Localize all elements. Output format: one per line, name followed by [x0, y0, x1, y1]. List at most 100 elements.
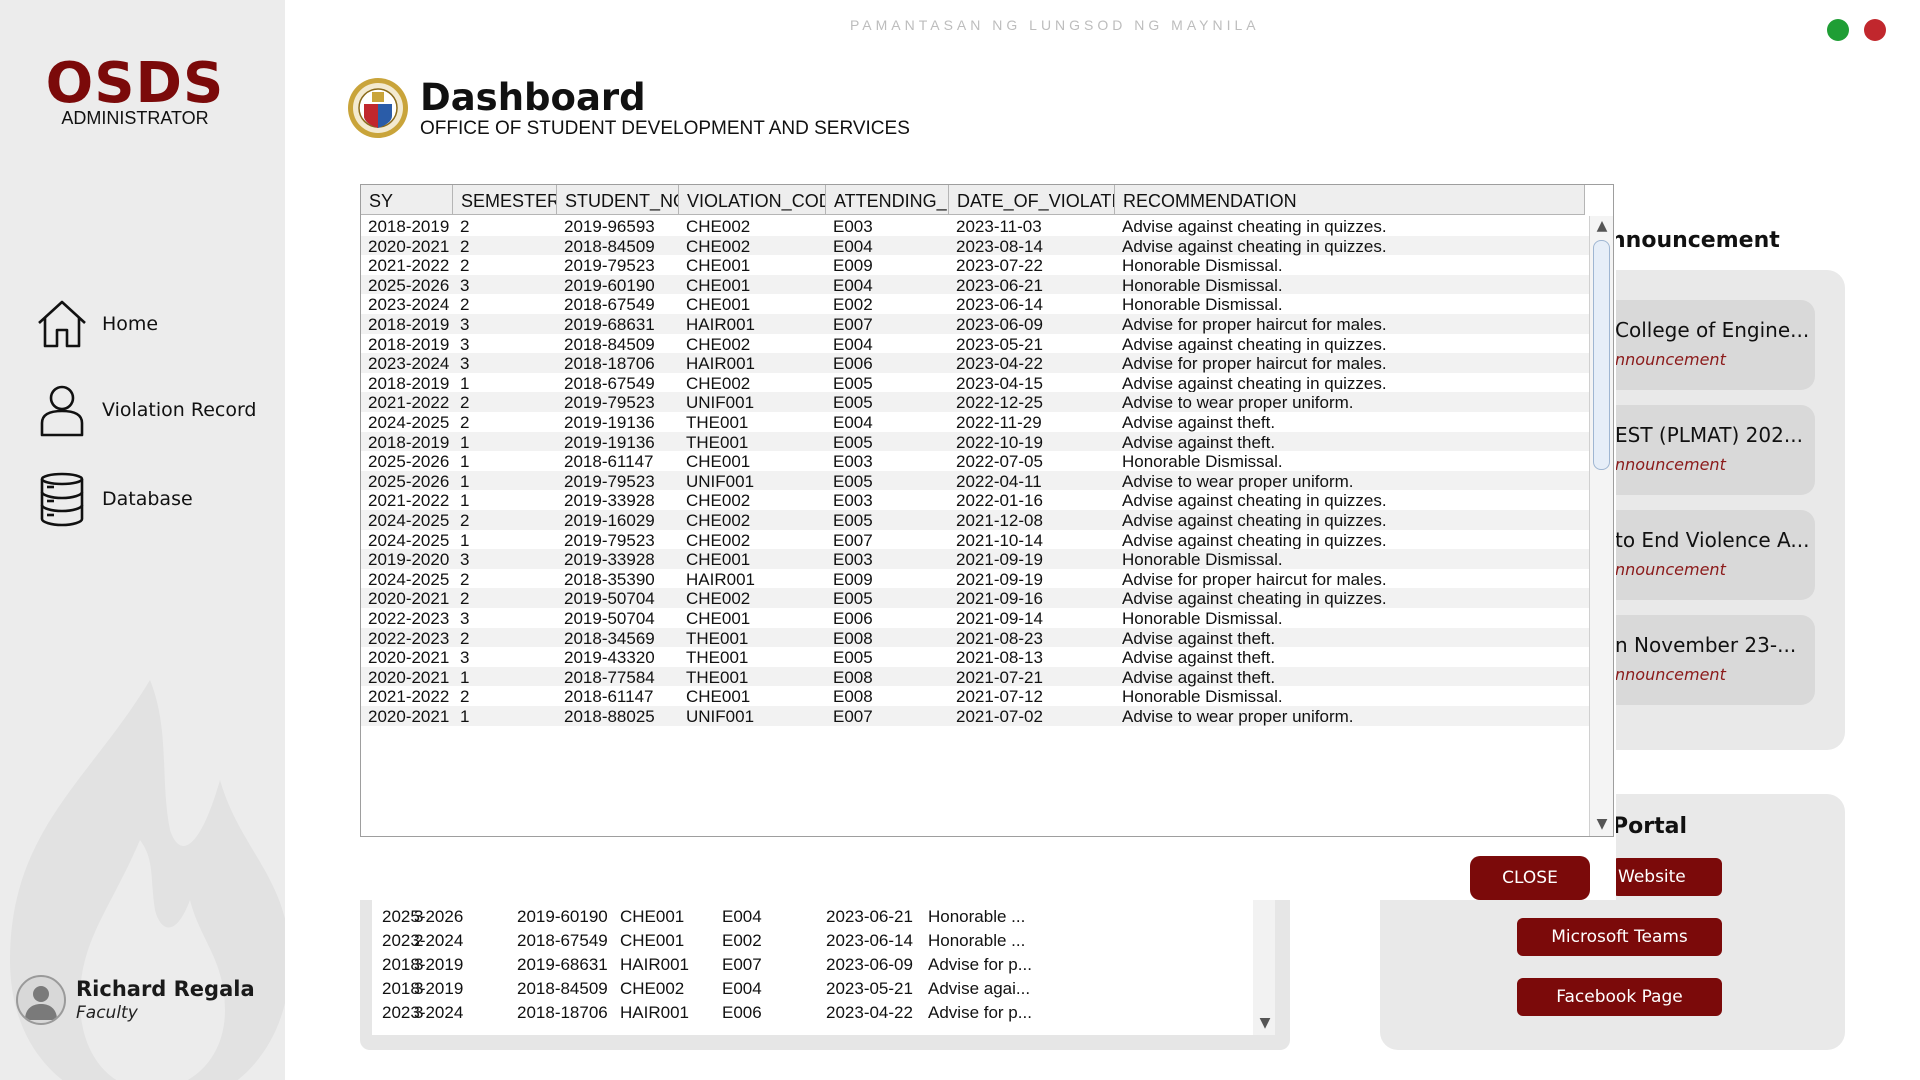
table-cell: 2023-2024: [368, 295, 450, 315]
violation-records-table[interactable]: SYSEMESTERSTUDENT_NOVIOLATION_CODEATTEND…: [360, 184, 1614, 837]
table-row[interactable]: 2025-2026 3 2019-60190 CHE001 E004 2023-06-21…: [361, 274, 1589, 295]
table-cell: Advise agai...: [928, 979, 1031, 998]
sidebar-item-home[interactable]: Home: [34, 296, 158, 352]
table-row[interactable]: 2024-2025 1 2019-79523 CHE002 E007 2021-10-14…: [361, 530, 1589, 550]
table-cell: E004: [722, 907, 762, 926]
table-cell: HAIR001: [620, 1003, 689, 1022]
table-row[interactable]: 2023-2024 3 2018-18706 HAIR001 E006 2023-04-2…: [372, 1001, 1252, 1025]
sidebar-item-database[interactable]: Database: [34, 471, 193, 527]
table-cell: E006: [833, 354, 873, 374]
column-header[interactable]: ATTENDING_...: [826, 185, 949, 215]
table-cell: 2019-79523: [564, 393, 655, 413]
scrollbar-thumb[interactable]: [1593, 240, 1610, 470]
table-cell: 2023-07-22: [956, 256, 1043, 276]
table-row[interactable]: 2025-2026 3 2019-60190 CHE001 E004 2023-06-21…: [372, 905, 1252, 929]
table-row[interactable]: 2021-2022 2 2019-79523 CHE001 E009 2023-07-22…: [361, 255, 1589, 275]
table-row[interactable]: 2023-2024 2 2018-67549 CHE001 E002 2023-06-14…: [361, 294, 1589, 314]
table-cell: 1: [460, 667, 470, 687]
microsoft-teams-button[interactable]: Microsoft Teams: [1517, 918, 1722, 956]
facebook-page-button[interactable]: Facebook Page: [1517, 978, 1722, 1016]
table-cell: THE001: [686, 432, 749, 452]
table-row[interactable]: 2022-2023 2 2018-34569 THE001 E008 2021-08-23…: [361, 627, 1589, 648]
scroll-down-icon[interactable]: ▼: [1253, 1015, 1277, 1035]
table-cell: 3: [460, 648, 470, 668]
table-cell: 2021-2022: [368, 687, 450, 707]
table-cell: Honorable ...: [928, 907, 1026, 926]
table-row[interactable]: 2018-2019 1 2018-67549 CHE002 E005 2023-04-15…: [361, 373, 1589, 393]
table-cell: 2021-09-16: [956, 589, 1043, 609]
table-row[interactable]: 2018-2019 3 2018-84509 CHE002 E004 2023-05-21…: [361, 334, 1589, 354]
table-cell: 1: [460, 707, 470, 726]
table-cell: 2020-2021: [368, 667, 450, 687]
table-cell: 2018-61147: [564, 452, 654, 472]
table-row[interactable]: 2024-2025 2 2019-16029 CHE002 E005 2021-12-08…: [361, 510, 1589, 530]
column-header[interactable]: SEMESTER: [453, 185, 557, 215]
table-row[interactable]: 2020-2021 1 2018-88025 UNIF001 E007 2021-07-0…: [361, 706, 1589, 726]
table-row[interactable]: 2024-2025 2 2019-19136 THE001 E004 2022-11-29…: [361, 412, 1589, 432]
table-cell: 1: [460, 373, 470, 393]
column-header[interactable]: DATE_OF_VIOLATION: [949, 185, 1115, 215]
table-row[interactable]: 2023-2024 2 2018-67549 CHE001 E002 2023-06-14…: [372, 929, 1252, 953]
table-row[interactable]: 2021-2022 2 2018-61147 CHE001 E008 2021-07-12…: [361, 686, 1589, 706]
sidebar-item-violation-record[interactable]: Violation Record: [34, 382, 257, 438]
table-row[interactable]: 2021-2022 2 2019-79523 UNIF001 E005 2022-12-2…: [361, 392, 1589, 412]
table-row[interactable]: 2018-2019 1 2019-19136 THE001 E005 2022-10-19…: [361, 431, 1589, 452]
table-row[interactable]: 2022-2023 3 2019-50704 CHE001 E006 2021-09-14…: [361, 608, 1589, 628]
background-scrollbar[interactable]: ▼: [1253, 895, 1275, 1035]
table-row[interactable]: 2021-2022 1 2019-33928 CHE002 E003 2022-01-16…: [361, 490, 1589, 510]
table-cell: 2018-84509: [564, 236, 655, 256]
table-row[interactable]: 2025-2026 1 2019-79523 UNIF001 E005 2022-04-1…: [361, 470, 1589, 491]
table-cell: Advise against cheating in quizzes.: [1122, 511, 1387, 530]
close-window-button[interactable]: [1864, 19, 1886, 41]
table-row[interactable]: 2018-2019 3 2019-68631 HAIR001 E007 2023-06-0…: [361, 314, 1589, 334]
table-cell: CHE001: [620, 931, 685, 950]
table-cell: 2018-84509: [517, 979, 608, 998]
table-row[interactable]: 2019-2020 3 2019-33928 CHE001 E003 2021-09-19…: [361, 549, 1589, 569]
table-cell: CHE002: [686, 589, 751, 609]
table-cell: CHE001: [686, 452, 751, 472]
announcement-card[interactable]: College of Engine... nnouncement: [1595, 300, 1815, 390]
scroll-up-icon[interactable]: ▲: [1590, 218, 1613, 238]
scroll-down-icon[interactable]: ▼: [1590, 816, 1613, 836]
table-cell: 2018-18706: [517, 1003, 608, 1022]
announcement-card[interactable]: to End Violence A... nnouncement: [1595, 510, 1815, 600]
home-icon: [34, 296, 90, 352]
announcement-card-tag: nnouncement: [1615, 560, 1726, 579]
table-row[interactable]: 2025-2026 1 2018-61147 CHE001 E003 2022-07-05…: [361, 451, 1589, 471]
database-icon: [34, 471, 90, 527]
table-scrollbar[interactable]: ▲ ▼: [1589, 216, 1613, 836]
table-cell: Advise against theft.: [1122, 432, 1276, 452]
table-row[interactable]: 2023-2024 3 2018-18706 HAIR001 E006 2023-04-2…: [361, 353, 1589, 373]
table-cell: E005: [833, 511, 873, 530]
table-row[interactable]: 2018-2019 3 2018-84509 CHE002 E004 2023-05-21…: [372, 977, 1252, 1001]
close-button[interactable]: CLOSE: [1470, 856, 1590, 900]
column-header[interactable]: VIOLATION_CODE: [679, 185, 826, 215]
table-cell: E009: [833, 569, 873, 589]
announcement-card[interactable]: EST (PLMAT) 202... nnouncement: [1595, 405, 1815, 495]
table-cell: 2021-2022: [368, 393, 450, 413]
brand-logo: OSDS: [45, 51, 225, 116]
avatar: [16, 975, 66, 1025]
table-row[interactable]: 2024-2025 2 2018-35390 HAIR001 E009 2021-09-1…: [361, 569, 1589, 589]
table-cell: 2021-10-14: [956, 530, 1043, 550]
minimize-button[interactable]: [1827, 19, 1849, 41]
table-row[interactable]: 2018-2019 3 2019-68631 HAIR001 E007 2023-06-0…: [372, 953, 1252, 977]
table-row[interactable]: 2020-2021 1 2018-77584 THE001 E008 2021-07-21…: [361, 666, 1589, 687]
table-row[interactable]: 2018-2019 2 2019-96593 CHE002 E003 2023-11-03…: [361, 216, 1589, 236]
table-cell: 3: [414, 907, 424, 926]
table-row[interactable]: 2020-2021 3 2019-43320 THE001 E005 2021-08-13…: [361, 647, 1589, 667]
table-row[interactable]: 2020-2021 2 2019-50704 CHE002 E005 2021-09-16…: [361, 588, 1589, 608]
table-cell: 2024-2025: [368, 413, 450, 432]
column-header[interactable]: SY: [361, 185, 453, 215]
table-cell: E006: [833, 609, 873, 628]
website-button[interactable]: Website: [1612, 858, 1722, 896]
user-profile[interactable]: Richard Regala Faculty: [16, 975, 255, 1025]
table-cell: Honorable Dismissal.: [1122, 687, 1283, 707]
table-cell: 3: [460, 354, 470, 374]
column-header[interactable]: RECOMMENDATION: [1115, 185, 1585, 215]
table-body: 2018-2019 2 2019-96593 CHE002 E003 2023-11-03…: [361, 216, 1589, 836]
sidebar-item-label: Database: [102, 488, 193, 510]
column-header[interactable]: STUDENT_NO: [557, 185, 679, 215]
announcement-card[interactable]: n November 23-... nnouncement: [1595, 615, 1815, 705]
table-row[interactable]: 2020-2021 2 2018-84509 CHE002 E004 2023-08-14…: [361, 235, 1589, 256]
